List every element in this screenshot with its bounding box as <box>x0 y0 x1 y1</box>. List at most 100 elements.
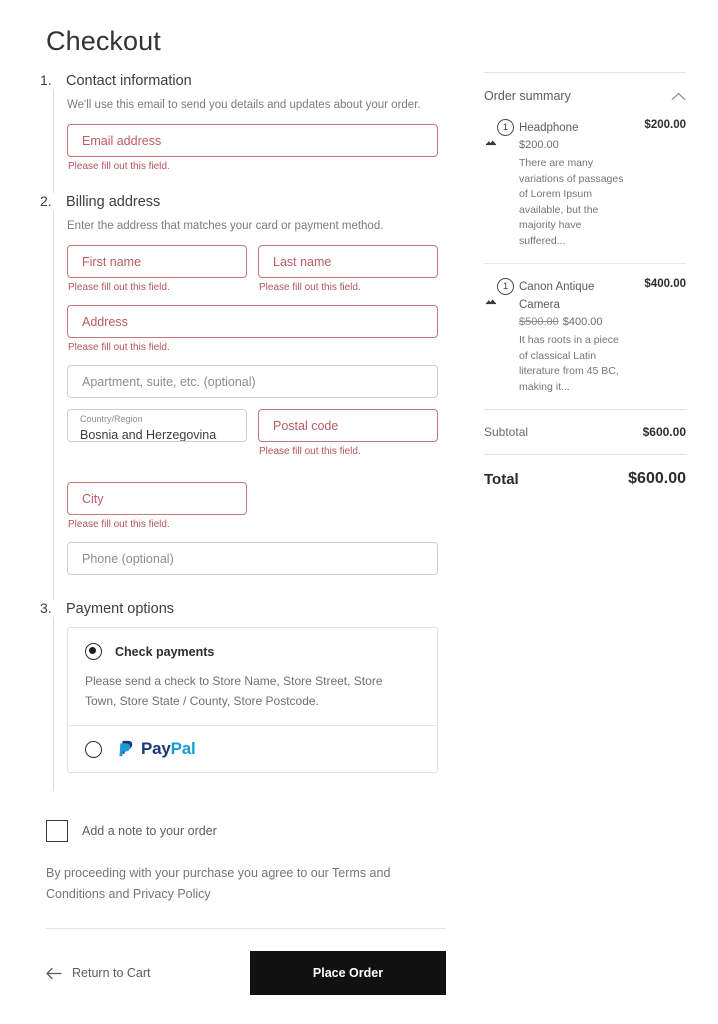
postal-code-error: Please fill out this field. <box>259 446 361 457</box>
country-region-label: Country/Region <box>80 414 143 424</box>
step-title: Contact information <box>66 73 192 89</box>
last-name-placeholder: Last name <box>273 254 332 269</box>
step-billing-body: Enter the address that matches your card… <box>53 210 450 600</box>
step-title: Billing address <box>66 194 161 210</box>
summary-item: 1 Headphone $200.00 $200.00 There are ma… <box>484 113 686 263</box>
subtotal-row: Subtotal $600.00 <box>484 410 686 454</box>
add-note-label: Add a note to your order <box>82 824 217 838</box>
postal-code-placeholder: Postal code <box>273 418 339 433</box>
address-placeholder: Address <box>82 314 128 329</box>
quantity-badge: 1 <box>497 278 514 295</box>
order-summary-panel: Order summary 1 Headphone $200.00 $200.0… <box>484 72 686 503</box>
step-payment-body: Check payments Please send a check to St… <box>53 617 450 791</box>
checkout-form: 1. Contact information We'll use this em… <box>40 72 450 995</box>
subtotal-label: Subtotal <box>484 425 529 439</box>
payment-options-box: Check payments Please send a check to St… <box>67 627 438 773</box>
product-info: Headphone $200.00 $200.00 There are many… <box>519 119 686 249</box>
chevron-up-icon[interactable] <box>671 92 686 101</box>
actions-divider <box>46 928 446 929</box>
country-region-select[interactable]: Country/Region Bosnia and Herzegovina <box>67 409 247 442</box>
payment-option-check-header: Check payments <box>85 643 420 660</box>
apartment-field[interactable]: Apartment, suite, etc. (optional) <box>67 365 438 398</box>
step-contact-information: 1. Contact information We'll use this em… <box>40 72 450 193</box>
payment-option-paypal[interactable]: PayPal <box>68 725 437 772</box>
step-number: 3. <box>40 600 52 616</box>
payment-option-check[interactable]: Check payments Please send a check to St… <box>68 628 437 725</box>
phone-field[interactable]: Phone (optional) <box>67 542 438 575</box>
step-number: 1. <box>40 72 52 88</box>
radio-paypal-icon[interactable] <box>85 740 102 758</box>
subtotal-value: $600.00 <box>642 425 686 439</box>
return-to-cart-link[interactable]: Return to Cart <box>46 966 151 980</box>
radio-check-payments-icon[interactable] <box>85 643 102 660</box>
grand-total-value: $600.00 <box>628 470 686 487</box>
product-current-price: $200.00 <box>519 139 559 151</box>
email-placeholder: Email address <box>82 133 162 148</box>
step-contact-header: 1. Contact information <box>40 72 450 89</box>
product-description: There are many variations of passages of… <box>519 157 624 247</box>
add-note-checkbox[interactable] <box>46 820 68 842</box>
product-price: $200.00 <box>519 139 686 151</box>
step-billing-header: 2. Billing address <box>40 193 450 210</box>
address-error: Please fill out this field. <box>68 342 170 353</box>
order-summary-header[interactable]: Order summary <box>484 73 686 113</box>
billing-description: Enter the address that matches your card… <box>67 220 384 232</box>
order-summary-title: Order summary <box>484 89 571 103</box>
summary-item: 1 Canon Antique Camera $400.00 $500.00 $4… <box>484 263 686 409</box>
product-price: $500.00 $400.00 <box>519 316 686 328</box>
step-number: 2. <box>40 193 52 209</box>
product-thumbnail: 1 <box>484 119 514 154</box>
step-payment-options: 3. Payment options Check payments Please… <box>40 600 450 791</box>
phone-placeholder: Phone (optional) <box>82 551 174 566</box>
checkout-page: Checkout 1. Contact information We'll us… <box>0 0 718 1024</box>
email-error: Please fill out this field. <box>68 161 170 172</box>
city-field[interactable]: City <box>67 482 247 515</box>
product-current-price: $400.00 <box>562 316 603 328</box>
product-thumbnail: 1 <box>484 278 514 313</box>
product-line-total: $400.00 <box>644 278 686 290</box>
place-order-button[interactable]: Place Order <box>250 951 446 995</box>
terms-text: By proceeding with your purchase you agr… <box>46 866 391 901</box>
payment-option-check-label: Check payments <box>115 644 215 659</box>
actions-row: Return to Cart Place Order <box>46 951 446 995</box>
add-note-row[interactable]: Add a note to your order <box>46 820 450 842</box>
last-name-error: Please fill out this field. <box>259 282 361 293</box>
step-billing-address: 2. Billing address Enter the address tha… <box>40 193 450 600</box>
quantity-badge: 1 <box>497 119 514 136</box>
country-postal-row: Country/Region Bosnia and Herzegovina Po… <box>67 409 450 458</box>
city-error: Please fill out this field. <box>68 519 170 530</box>
step-payment-header: 3. Payment options <box>40 600 450 617</box>
paypal-mark-icon <box>119 740 133 757</box>
step-title: Payment options <box>66 601 175 617</box>
product-info: Canon Antique Camera $400.00 $500.00 $400… <box>519 278 686 395</box>
city-placeholder: City <box>82 491 104 506</box>
page-title: Checkout <box>46 26 161 56</box>
country-region-value: Bosnia and Herzegovina <box>80 428 217 442</box>
apartment-placeholder: Apartment, suite, etc. (optional) <box>82 374 256 389</box>
first-name-error: Please fill out this field. <box>68 282 170 293</box>
address-field[interactable]: Address <box>67 305 438 338</box>
postal-code-field[interactable]: Postal code <box>258 409 438 442</box>
product-name: Canon Antique Camera <box>519 281 595 311</box>
step-contact-body: We'll use this email to send you details… <box>53 89 450 193</box>
paypal-logo: PayPal <box>115 738 196 760</box>
email-field[interactable]: Email address <box>67 124 438 157</box>
grand-total-row: Total $600.00 <box>484 455 686 503</box>
return-to-cart-label: Return to Cart <box>72 966 151 980</box>
product-name: Headphone <box>519 122 579 134</box>
payment-option-check-description: Please send a check to Store Name, Store… <box>85 674 383 708</box>
first-name-field[interactable]: First name <box>67 245 247 278</box>
paypal-logo-pal: Pal <box>170 739 196 758</box>
product-description: It has roots in a piece of classical Lat… <box>519 334 619 393</box>
product-top-row: Headphone $200.00 <box>519 119 686 137</box>
product-top-row: Canon Antique Camera $400.00 <box>519 278 686 314</box>
product-old-price: $500.00 <box>519 316 559 328</box>
last-name-field[interactable]: Last name <box>258 245 438 278</box>
product-line-total: $200.00 <box>644 119 686 131</box>
contact-description: We'll use this email to send you details… <box>67 99 421 111</box>
arrow-left-icon <box>46 967 62 979</box>
paypal-logo-pay: Pay <box>141 739 171 758</box>
grand-total-label: Total <box>484 470 519 488</box>
name-row: First name Please fill out this field. L… <box>67 245 450 294</box>
first-name-placeholder: First name <box>82 254 142 269</box>
